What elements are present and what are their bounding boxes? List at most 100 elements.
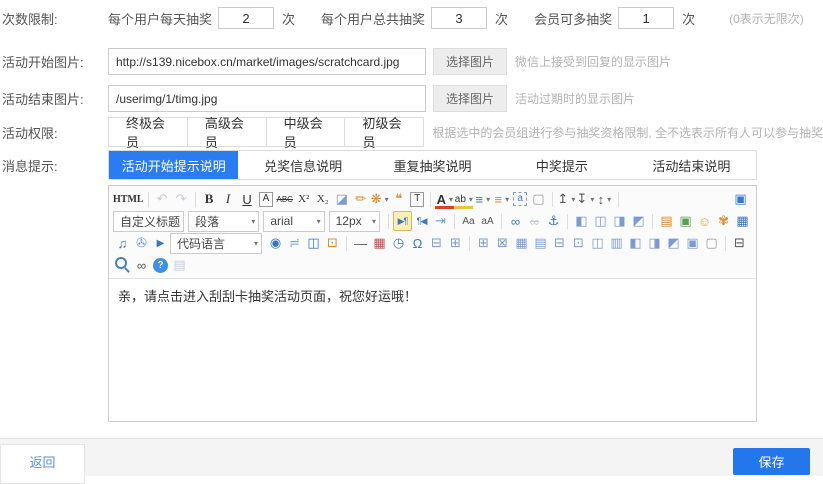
attachment-icon[interactable]: ✇	[132, 233, 151, 253]
blockquote-icon[interactable]: ❝	[389, 189, 408, 209]
tab-repeat-draw[interactable]: 重复抽奖说明	[368, 151, 497, 179]
per-day-unit: 次	[282, 9, 295, 28]
member-ultimate-button[interactable]: 终极会员	[108, 117, 188, 147]
table-caption-icon[interactable]: ▦	[512, 233, 531, 253]
scrawl-icon[interactable]: ✾	[714, 211, 733, 231]
horizontal-rule-icon[interactable]: —	[351, 233, 370, 253]
date-icon[interactable]: ▦	[370, 233, 389, 253]
heading-select[interactable]: 自定义标题▾	[113, 211, 184, 232]
time-icon[interactable]: ◷	[389, 233, 408, 253]
end-image-url-input[interactable]	[108, 85, 426, 112]
search-icon[interactable]	[113, 255, 132, 275]
pagebreak-icon[interactable]: ⊟	[427, 233, 446, 253]
font-border-icon[interactable]: A	[259, 192, 274, 207]
permission-label: 活动权限:	[2, 123, 108, 142]
image-align-right-icon[interactable]: ◨	[610, 211, 629, 231]
page-doc-icon[interactable]: ▢	[702, 233, 721, 253]
member-senior-button[interactable]: 高级会员	[187, 117, 267, 147]
template-icon[interactable]: ⊞	[446, 233, 465, 253]
autotypeset-icon[interactable]: ❋▾	[370, 189, 389, 209]
para-spacing-top-icon[interactable]: ↥▾	[557, 189, 576, 209]
start-image-choose-button[interactable]: 选择图片	[433, 48, 507, 75]
subscript-icon[interactable]: X₂	[313, 189, 332, 209]
per-day-label: 每个用户每天抽奖	[108, 9, 212, 28]
total-input[interactable]	[431, 7, 487, 29]
snapshot-icon[interactable]: ⊡	[323, 233, 342, 253]
online-image-icon[interactable]: ▣	[676, 211, 695, 231]
save-button[interactable]: 保存	[733, 448, 810, 475]
unordered-list-icon[interactable]: ≡▾	[492, 189, 511, 209]
member-junior-button[interactable]: 初级会员	[344, 117, 424, 147]
insert-col-icon[interactable]: ⊡	[569, 233, 588, 253]
member-extra-input[interactable]	[618, 7, 674, 29]
lowercase-icon[interactable]: aA	[478, 211, 497, 231]
columns-icon[interactable]: ◫	[304, 233, 323, 253]
delete-col-icon[interactable]: ▥	[607, 233, 626, 253]
font-color-icon[interactable]: A▾	[435, 189, 454, 209]
dir-rtl-icon[interactable]: ¶◀	[412, 211, 431, 231]
merge-right-icon[interactable]: ◨	[645, 233, 664, 253]
special-char-icon[interactable]: Ω	[408, 233, 427, 253]
insert-video-icon[interactable]: ▦	[733, 211, 752, 231]
font-size-select[interactable]: 12px▾	[329, 211, 380, 232]
line-height-icon[interactable]: ↕▾	[595, 189, 614, 209]
html-source-button[interactable]: HTML	[113, 189, 144, 209]
music-icon[interactable]: ♫	[113, 233, 132, 253]
insert-image-icon[interactable]: ▤	[657, 211, 676, 231]
merge-down-icon[interactable]: ◩	[664, 233, 683, 253]
end-image-choose-button[interactable]: 选择图片	[433, 85, 507, 112]
blank-doc-icon[interactable]: ▢	[529, 189, 548, 209]
uppercase-icon[interactable]: Aa	[459, 211, 478, 231]
font-family-select[interactable]: arial▾	[263, 211, 324, 232]
image-align-left-icon[interactable]: ◧	[572, 211, 591, 231]
fullscreen-icon[interactable]: ▣	[731, 189, 750, 209]
gmap-icon[interactable]: ≓	[285, 233, 304, 253]
para-spacing-bottom-icon[interactable]: ↧▾	[576, 189, 595, 209]
redo-icon[interactable]: ↷	[172, 189, 191, 209]
bold-icon[interactable]: B	[200, 189, 219, 209]
delete-table-icon[interactable]: ⊠	[493, 233, 512, 253]
format-brush-icon[interactable]: ✏	[351, 189, 370, 209]
delete-row-icon[interactable]: ◫	[588, 233, 607, 253]
superscript-icon[interactable]: X²	[294, 189, 313, 209]
per-day-input[interactable]	[218, 7, 274, 29]
help-icon[interactable]: ?	[153, 258, 168, 273]
anchor-a-icon[interactable]: a	[513, 192, 527, 206]
code-language-select[interactable]: 代码语言▾	[170, 233, 262, 254]
insert-table-icon[interactable]: ⊞	[474, 233, 493, 253]
image-block-icon[interactable]: ◩	[629, 211, 648, 231]
merge-cells-icon[interactable]: ◧	[626, 233, 645, 253]
tab-redeem-info[interactable]: 兑奖信息说明	[238, 151, 367, 179]
eraser-icon[interactable]: ◪	[332, 189, 351, 209]
print-icon[interactable]: ⊟	[730, 233, 749, 253]
back-button[interactable]: 返回	[0, 444, 85, 484]
insert-row-icon[interactable]: ⊟	[550, 233, 569, 253]
paste-plain-icon[interactable]: T	[410, 192, 424, 207]
ordered-list-icon[interactable]: ≡▾	[473, 189, 492, 209]
strikethrough-icon[interactable]: ABC	[275, 189, 294, 209]
emoticon-icon[interactable]: ☺	[695, 211, 714, 231]
table-title-icon[interactable]: ▤	[531, 233, 550, 253]
find-replace-icon[interactable]: ∞	[132, 255, 151, 275]
unlink-icon[interactable]: ∞	[525, 211, 544, 231]
underline-icon[interactable]: U	[238, 189, 257, 209]
map-icon[interactable]: ◉	[266, 233, 285, 253]
image-align-center-icon[interactable]: ◫	[591, 211, 610, 231]
paragraph-select[interactable]: 段落▾	[188, 211, 259, 232]
undo-icon[interactable]: ↶	[153, 189, 172, 209]
anchor-icon[interactable]: ⚓	[544, 211, 563, 231]
member-middle-button[interactable]: 中级会员	[266, 117, 346, 147]
indent-icon[interactable]: ⇥	[431, 211, 450, 231]
split-cell-icon[interactable]: ▣	[683, 233, 702, 253]
paste-icon[interactable]: ▤	[170, 255, 189, 275]
tab-win-notice[interactable]: 中奖提示	[497, 151, 626, 179]
tab-activity-end[interactable]: 活动结束说明	[627, 151, 756, 179]
tab-activity-start-notice[interactable]: 活动开始提示说明	[109, 151, 238, 179]
italic-icon[interactable]: I	[219, 189, 238, 209]
link-icon[interactable]: ∞	[506, 211, 525, 231]
editor-content-area[interactable]: 亲，请点击进入刮刮卡抽奖活动页面，祝您好运哦！	[109, 279, 756, 421]
start-image-url-input[interactable]	[108, 48, 426, 75]
highlight-color-icon[interactable]: ab▾	[454, 189, 473, 209]
insert-frame-icon[interactable]: ▶	[151, 233, 170, 253]
dir-ltr-icon[interactable]: ▶¶	[393, 211, 412, 231]
